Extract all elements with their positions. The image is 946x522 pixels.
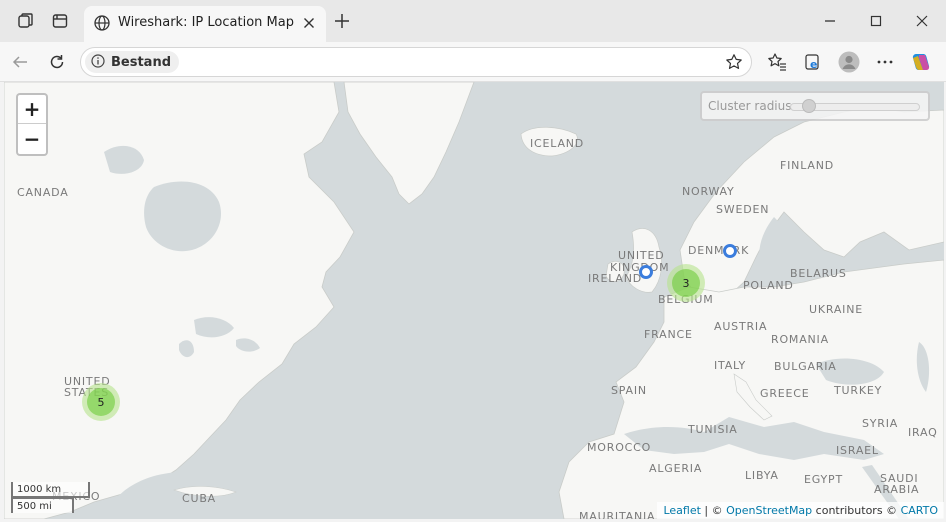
slider-thumb[interactable] (801, 99, 816, 113)
country-label: AUSTRIA (714, 320, 768, 333)
more-icon[interactable] (874, 51, 896, 73)
tab-actions-icon[interactable] (50, 11, 70, 31)
country-label: ARABIA (874, 483, 920, 496)
country-label: LIBYA (745, 469, 779, 482)
country-label: IRELAND (588, 272, 643, 285)
minimize-icon[interactable] (819, 10, 841, 32)
country-label: FRANCE (644, 328, 693, 341)
country-label: NORWAY (682, 185, 735, 198)
country-label: SYRIA (862, 417, 899, 430)
openstreetmap-link[interactable]: OpenStreetMap (726, 504, 812, 517)
country-label: ICELAND (530, 137, 585, 150)
map-scale: 1000 km 500 mi (11, 482, 90, 513)
attribution-separator: | © (700, 504, 727, 517)
site-info-label: Bestand (111, 54, 172, 70)
country-label: EGYPT (804, 473, 843, 486)
cluster-radius-label: Cluster radius: (708, 99, 796, 113)
address-bar[interactable]: Bestand (80, 47, 752, 77)
info-icon (91, 53, 105, 72)
close-icon[interactable] (300, 14, 318, 32)
favorites-icon[interactable] (766, 51, 788, 73)
maximize-icon[interactable] (865, 10, 887, 32)
location-marker-denmark[interactable] (723, 244, 737, 258)
marker-cluster-usa[interactable]: 5 (82, 383, 120, 421)
leaflet-link[interactable]: Leaflet (663, 504, 700, 517)
copilot-icon[interactable] (910, 51, 932, 73)
profile-icon[interactable] (838, 51, 860, 73)
country-label: CANADA (17, 186, 69, 199)
refresh-icon[interactable] (46, 51, 68, 73)
cluster-count: 5 (87, 388, 115, 416)
country-label: BELARUS (790, 267, 847, 280)
star-icon[interactable] (725, 53, 743, 71)
scale-mi: 500 mi (11, 497, 74, 513)
country-label: POLAND (743, 279, 794, 292)
location-marker-uk[interactable] (639, 265, 653, 279)
workspaces-icon[interactable] (16, 11, 36, 31)
cluster-count: 3 (672, 269, 700, 297)
country-label: CUBA (182, 492, 217, 505)
browser-toolbar: Bestand e (0, 42, 946, 82)
country-label: ALGERIA (649, 462, 703, 475)
scale-km: 1000 km (11, 482, 90, 498)
plus-icon[interactable] (332, 11, 352, 31)
country-label: MAURITANIA (579, 510, 656, 519)
ip-location-map[interactable]: CANADA UNITED STATES MEXICO CUBA ICELAND… (4, 82, 944, 519)
window-edge (0, 82, 4, 522)
country-label: ISRAEL (836, 444, 879, 457)
site-info-button[interactable]: Bestand (85, 51, 180, 73)
zoom-out-button[interactable]: − (18, 124, 46, 153)
close-icon[interactable] (911, 10, 933, 32)
marker-cluster-europe[interactable]: 3 (667, 264, 705, 302)
country-label: BULGARIA (774, 360, 837, 373)
country-label: FINLAND (780, 159, 835, 172)
zoom-in-button[interactable]: + (18, 95, 46, 124)
country-label: SWEDEN (716, 203, 770, 216)
svg-text:e: e (810, 58, 817, 71)
country-label: DENMARK (688, 244, 750, 257)
map-attribution: Leaflet | © OpenStreetMap contributors ©… (657, 502, 944, 519)
globe-icon (93, 14, 111, 36)
country-label: UKRAINE (809, 303, 864, 316)
country-label: SPAIN (611, 384, 647, 397)
map-tiles (4, 82, 944, 519)
title-bar: Wireshark: IP Location Map (0, 0, 946, 42)
country-label: TUNISIA (688, 423, 738, 436)
carto-link[interactable]: CARTO (901, 504, 938, 517)
country-label: GREECE (760, 387, 810, 400)
country-label: IRAQ (908, 426, 938, 439)
collections-icon[interactable]: e (802, 51, 824, 73)
browser-tab[interactable]: Wireshark: IP Location Map (84, 6, 326, 42)
attribution-contributors: contributors © (812, 504, 901, 517)
back-arrow-icon[interactable] (9, 51, 31, 73)
country-label: ROMANIA (771, 333, 829, 346)
country-label: ITALY (714, 359, 747, 372)
tab-title: Wireshark: IP Location Map (118, 15, 294, 30)
cluster-radius-control: Cluster radius: (700, 91, 930, 121)
country-label: MOROCCO (587, 441, 652, 454)
zoom-control: + − (16, 93, 48, 156)
country-label: TURKEY (834, 384, 883, 397)
